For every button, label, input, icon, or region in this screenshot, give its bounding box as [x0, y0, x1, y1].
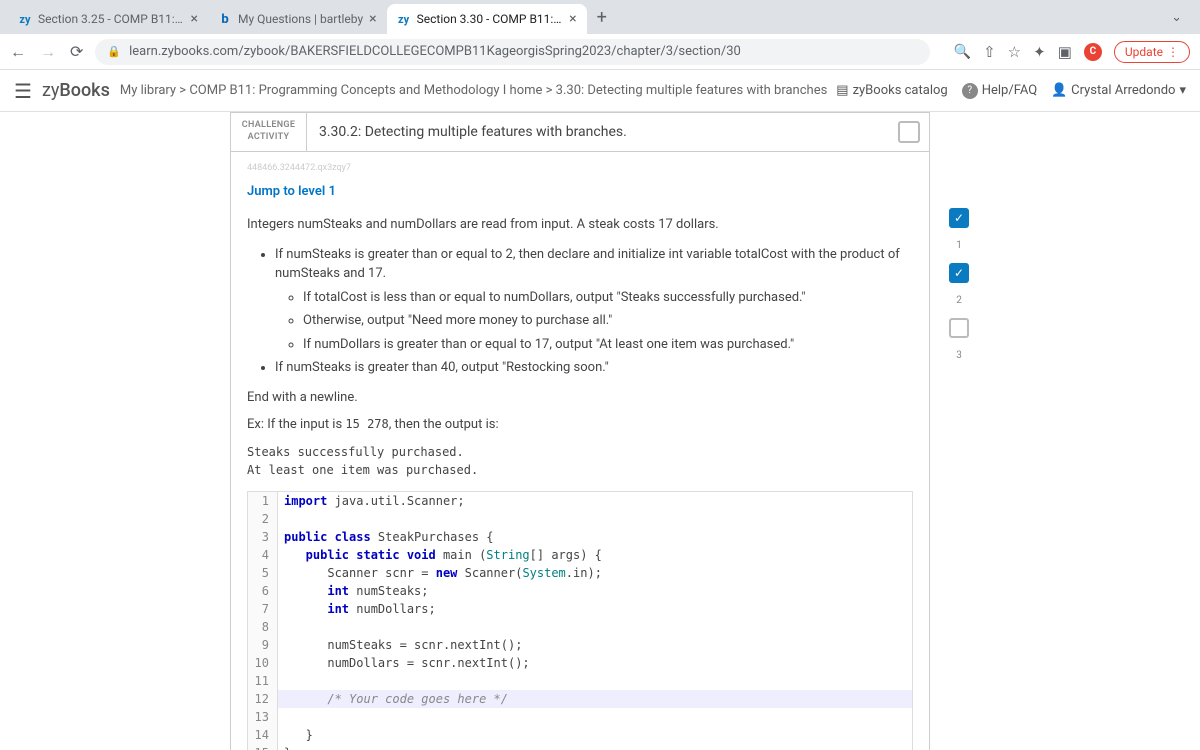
breadcrumb[interactable]: My library > COMP B11: Programming Conce…	[120, 83, 827, 98]
checkbox-empty-icon	[898, 121, 920, 143]
content-area: CHALLENGE ACTIVITY 3.30.2: Detecting mul…	[0, 112, 1200, 750]
zybooks-logo[interactable]: zyBooks	[42, 80, 110, 101]
browser-tab[interactable]: zy Section 3.25 - COMP B11: Prog ×	[8, 4, 208, 34]
example-output: Steaks successfully purchased. At least …	[247, 443, 913, 479]
lock-icon: 🔒	[107, 45, 121, 58]
level-indicators: ✓ 1 ✓ 2 3	[949, 208, 969, 363]
jump-to-level-link[interactable]: Jump to level 1	[247, 182, 336, 202]
level-box-pending[interactable]	[949, 318, 969, 338]
level-number: 2	[956, 293, 962, 308]
bullet-item: If numSteaks is greater than or equal to…	[275, 245, 913, 284]
level-box-done[interactable]: ✓	[949, 208, 969, 228]
challenge-title: 3.30.2: Detecting multiple features with…	[307, 113, 889, 151]
back-icon[interactable]: ←	[10, 42, 26, 62]
activity-id: 448466.3244472.qx3zqy7	[247, 162, 913, 176]
browser-tab-strip: zy Section 3.25 - COMP B11: Prog × b My …	[0, 0, 1200, 34]
catalog-icon: ▤	[836, 83, 848, 98]
tab-close-icon[interactable]: ×	[369, 11, 376, 27]
tab-close-icon[interactable]: ×	[569, 11, 576, 27]
activity-body: 448466.3244472.qx3zqy7 Jump to level 1 ✓…	[230, 152, 930, 750]
catalog-link[interactable]: ▤ zyBooks catalog	[836, 83, 947, 98]
browser-tab-active[interactable]: zy Section 3.30 - COMP B11: Prog ×	[387, 4, 587, 34]
challenge-completion	[889, 113, 929, 151]
challenge-label: CHALLENGE ACTIVITY	[231, 113, 307, 151]
new-tab-button[interactable]: +	[587, 7, 617, 28]
person-icon: 👤	[1051, 83, 1067, 99]
browser-toolbar: ← → ⟳ 🔒 learn.zybooks.com/zybook/BAKERSF…	[0, 34, 1200, 70]
url-text: learn.zybooks.com/zybook/BAKERSFIELDCOLL…	[129, 44, 741, 59]
level-box-done[interactable]: ✓	[949, 263, 969, 283]
tab-title: My Questions | bartleby	[238, 12, 363, 26]
prompt-endline: End with a newline.	[247, 388, 913, 408]
search-icon[interactable]: 🔍	[954, 44, 971, 60]
browser-tab[interactable]: b My Questions | bartleby ×	[208, 4, 387, 34]
extensions-icon[interactable]: ✦	[1033, 43, 1046, 61]
forward-icon[interactable]: →	[40, 42, 56, 62]
question-icon: ?	[962, 83, 978, 99]
tab-title: Section 3.30 - COMP B11: Prog	[417, 12, 564, 26]
bookmark-icon[interactable]: ☆	[1008, 43, 1021, 61]
hamburger-icon[interactable]: ☰	[14, 79, 32, 103]
update-button[interactable]: Update⋮	[1114, 41, 1190, 63]
favicon-zy-icon: zy	[397, 12, 411, 26]
reload-icon[interactable]: ⟳	[70, 42, 83, 62]
bullet-item: If numDollars is greater than or equal t…	[303, 335, 913, 355]
prompt-intro: Integers numSteaks and numDollars are re…	[247, 215, 913, 235]
prompt-bullets: If numSteaks is greater than or equal to…	[247, 245, 913, 378]
code-editor[interactable]: 1import java.util.Scanner; 2 3public cla…	[247, 491, 913, 750]
chevron-down-icon: ▾	[1179, 83, 1186, 98]
activity-container: CHALLENGE ACTIVITY 3.30.2: Detecting mul…	[230, 112, 930, 750]
user-menu[interactable]: 👤 Crystal Arredondo ▾	[1051, 83, 1186, 99]
bullet-item: If totalCost is less than or equal to nu…	[303, 288, 913, 308]
panel-icon[interactable]: ▣	[1058, 43, 1072, 61]
help-link[interactable]: ? Help/FAQ	[962, 83, 1037, 99]
bullet-item: Otherwise, output "Need more money to pu…	[303, 311, 913, 331]
favicon-zy-icon: zy	[18, 12, 32, 26]
example-label: Ex: If the input is 15 278, then the out…	[247, 415, 913, 435]
share-icon[interactable]: ⇧	[983, 43, 996, 61]
tab-list-chevron-icon[interactable]: ⌄	[1161, 10, 1192, 25]
url-bar[interactable]: 🔒 learn.zybooks.com/zybook/BAKERSFIELDCO…	[95, 39, 929, 65]
challenge-header: CHALLENGE ACTIVITY 3.30.2: Detecting mul…	[230, 112, 930, 152]
bullet-item: If numSteaks is greater than 40, output …	[275, 358, 913, 378]
tab-close-icon[interactable]: ×	[191, 11, 198, 27]
profile-badge[interactable]: C	[1084, 43, 1102, 61]
level-number: 1	[956, 238, 962, 253]
level-number: 3	[956, 348, 962, 363]
zybooks-header: ☰ zyBooks My library > COMP B11: Program…	[0, 70, 1200, 112]
tab-title: Section 3.25 - COMP B11: Prog	[38, 12, 185, 26]
favicon-b-icon: b	[218, 12, 232, 26]
